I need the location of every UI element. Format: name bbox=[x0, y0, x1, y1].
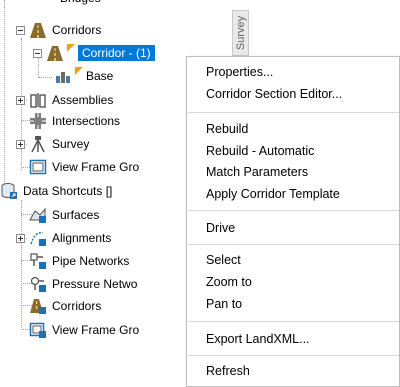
tree-item-ds-pipe-networks[interactable]: Pipe Networks bbox=[16, 251, 129, 271]
menu-item-export-landxml[interactable]: Export LandXML... bbox=[187, 328, 399, 350]
pressure-network-icon bbox=[30, 276, 46, 292]
view-frame-icon bbox=[29, 322, 46, 338]
tree-item-label: Survey bbox=[52, 137, 90, 151]
collapse-toggle[interactable] bbox=[33, 48, 42, 58]
tree-guide bbox=[38, 77, 52, 78]
view-frame-icon bbox=[29, 159, 47, 175]
menu-item-apply-corridor-template[interactable]: Apply Corridor Template bbox=[187, 183, 399, 205]
tree-item-label: Corridors bbox=[52, 23, 102, 37]
data-shortcuts-icon bbox=[1, 183, 17, 199]
expand-toggle[interactable] bbox=[16, 233, 25, 243]
intersection-icon bbox=[30, 113, 46, 129]
tree-item-label: Intersections bbox=[52, 114, 121, 128]
menu-item-match-parameters[interactable]: Match Parameters bbox=[187, 161, 399, 183]
tree-item-corridor-1[interactable]: Corridor - (1) bbox=[33, 43, 155, 63]
tree-item-ds-alignments[interactable]: Alignments bbox=[16, 228, 111, 248]
corridor-shortcut-icon bbox=[30, 299, 46, 314]
collapse-toggle[interactable] bbox=[16, 25, 25, 35]
tree-item-ds-surfaces[interactable]: Surfaces bbox=[16, 205, 99, 225]
baseline-icon bbox=[56, 72, 70, 83]
corridor-road-icon bbox=[47, 46, 63, 61]
menu-item-rebuild[interactable]: Rebuild bbox=[187, 118, 399, 140]
menu-item-pan-to[interactable]: Pan to bbox=[187, 293, 399, 315]
tree-item-label: Corridor - (1) bbox=[78, 45, 155, 61]
menu-item-select[interactable]: Select bbox=[187, 249, 399, 271]
tree-item-corridors[interactable]: Corridors bbox=[16, 20, 101, 40]
alignment-icon bbox=[30, 231, 46, 246]
expand-toggle[interactable] bbox=[16, 95, 25, 105]
menu-item-corridor-section-editor[interactable]: Corridor Section Editor... bbox=[187, 83, 399, 105]
menu-separator bbox=[188, 321, 399, 322]
menu-item-drive[interactable]: Drive bbox=[187, 217, 399, 239]
tree-item-label: Pipe Networks bbox=[52, 254, 130, 268]
tree-item-label: View Frame Gro bbox=[52, 160, 140, 174]
tree-item-label: Alignments bbox=[52, 231, 112, 245]
surface-icon bbox=[29, 207, 46, 223]
tree-item-ds-view-frame-groups[interactable]: View Frame Gro bbox=[16, 320, 139, 340]
corridor-road-icon bbox=[30, 23, 46, 38]
menu-item-properties[interactable]: Properties... bbox=[187, 61, 399, 83]
menu-item-rebuild-automatic[interactable]: Rebuild - Automatic bbox=[187, 140, 399, 162]
survey-side-tab[interactable]: Survey bbox=[232, 10, 249, 56]
tree-guide bbox=[4, 0, 5, 190]
tree-item-label: Pressure Netwo bbox=[52, 277, 138, 291]
tree-item-label: View Frame Gro bbox=[52, 323, 140, 337]
tree-item-ds-pressure-networks[interactable]: Pressure Netwo bbox=[16, 274, 137, 294]
tree-item-label: Base bbox=[86, 69, 114, 83]
menu-separator bbox=[188, 355, 399, 356]
tree-item-assemblies[interactable]: Assemblies bbox=[16, 90, 113, 110]
tree-item-label: Bridges bbox=[60, 0, 101, 6]
menu-item-zoom-to[interactable]: Zoom to bbox=[187, 271, 399, 293]
tree-item-clipped: Bridges bbox=[60, 0, 101, 8]
warning-flag-icon bbox=[67, 44, 75, 52]
context-menu: Properties... Corridor Section Editor...… bbox=[186, 56, 400, 387]
menu-item-refresh[interactable]: Refresh bbox=[187, 360, 399, 382]
tree-item-ds-corridors[interactable]: Corridors bbox=[16, 296, 101, 316]
warning-flag-icon bbox=[75, 67, 83, 75]
tree-item-baseline[interactable]: Base bbox=[54, 66, 113, 86]
survey-icon bbox=[31, 136, 45, 153]
assembly-icon bbox=[30, 93, 46, 108]
tree-item-view-frame-groups[interactable]: View Frame Gro bbox=[16, 157, 139, 177]
tree-item-intersections[interactable]: Intersections bbox=[16, 111, 120, 131]
tree-item-label: Surfaces bbox=[52, 208, 100, 222]
pipe-network-icon bbox=[30, 253, 46, 269]
tree-item-label: Assemblies bbox=[52, 93, 114, 107]
survey-side-tab-label: Survey bbox=[234, 15, 247, 51]
menu-separator bbox=[188, 112, 399, 113]
tree-item-data-shortcuts[interactable]: Data Shortcuts [] bbox=[0, 181, 112, 201]
expand-toggle[interactable] bbox=[16, 139, 25, 149]
menu-separator bbox=[188, 210, 399, 211]
tree-item-label: Corridors bbox=[52, 299, 102, 313]
tree-item-survey[interactable]: Survey bbox=[16, 134, 89, 154]
tree-item-label: Data Shortcuts [] bbox=[23, 184, 113, 198]
menu-separator bbox=[188, 244, 399, 245]
